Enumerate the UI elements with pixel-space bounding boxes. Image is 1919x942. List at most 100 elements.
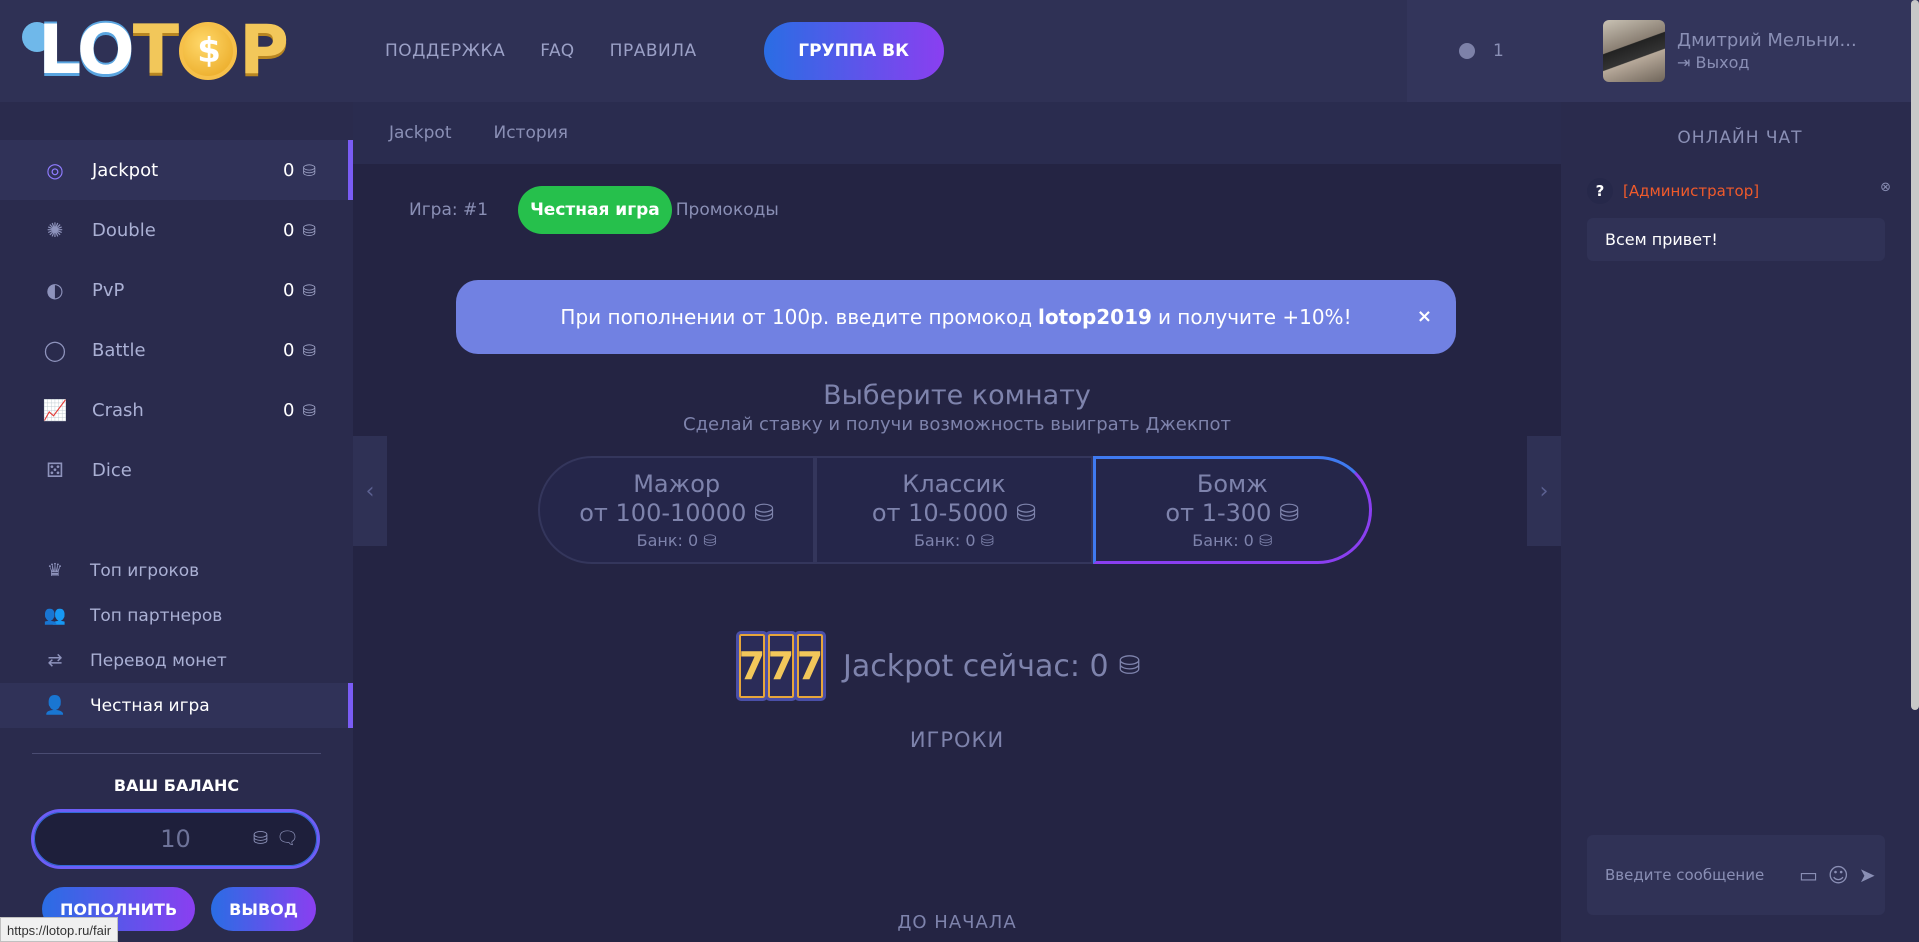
sidebar-item-top-partners[interactable]: 👥 Топ партнеров — [0, 593, 353, 638]
sidebar-item-label: Battle — [92, 339, 146, 361]
users-icon: 👥 — [43, 605, 67, 626]
coins-icon: ⛁ — [302, 340, 316, 360]
nav-link-support[interactable]: ПОДДЕРЖКА — [385, 41, 505, 61]
online-dot-icon — [1459, 43, 1475, 59]
balance-value: 10 — [160, 825, 191, 853]
promo-banner: При пополнении от 100р. введите промокод… — [456, 280, 1456, 354]
logo[interactable]: LO T $ P — [0, 0, 353, 102]
half-circle-icon: ◐ — [46, 278, 64, 302]
message-author[interactable]: [Администратор] — [1623, 182, 1759, 200]
tab-history[interactable]: История — [493, 123, 567, 143]
game-row: Игра: #1 Честная игра Промокоды — [409, 186, 779, 234]
fair-game-button[interactable]: Честная игра — [518, 186, 672, 234]
room-bomzh[interactable]: Бомж от 1-300 ⛁ Банк: 0 ⛁ — [1092, 456, 1372, 564]
close-circle-icon[interactable]: ⊗ — [1880, 180, 1891, 195]
divider — [32, 753, 321, 754]
balance-title: ВАШ БАЛАНС — [113, 776, 240, 795]
players-title: ИГРОКИ — [909, 728, 1005, 752]
game-count: 0 ⛁ — [283, 219, 316, 241]
sidebar-item-label: Dice — [92, 459, 132, 481]
coins-icon: ⛁ — [302, 400, 316, 420]
sidebar-item-fair-game[interactable]: 👤 Честная игра — [0, 683, 353, 728]
ring-icon: ◯ — [43, 338, 67, 362]
sidebar-item-double[interactable]: ✺ Double 0 ⛁ — [0, 200, 353, 260]
sidebar-item-label: Топ игроков — [90, 560, 200, 581]
game-count: 0 ⛁ — [283, 279, 316, 301]
transfer-icon: ⇄ — [47, 650, 63, 671]
sidebar-item-label: PvP — [92, 279, 125, 301]
logo-letters-left: LO — [38, 11, 135, 90]
sidebar-item-pvp[interactable]: ◐ PvP 0 ⛁ — [0, 260, 353, 320]
room-classic[interactable]: Классик от 10-5000 ⛁ Банк: 0 ⛁ — [815, 456, 1093, 564]
chevron-right-icon[interactable]: › — [1527, 436, 1561, 546]
game-count: 0 ⛁ — [283, 339, 316, 361]
send-icon[interactable]: ➤ — [1859, 863, 1876, 887]
sidebar-item-battle[interactable]: ◯ Battle 0 ⛁ — [0, 320, 353, 380]
sub-nav: Jackpot История — [353, 102, 1561, 164]
logo-letters-right: P — [239, 11, 289, 90]
coins-icon: ⛁ — [253, 828, 269, 849]
rooms-title: Выберите комнату — [823, 380, 1091, 411]
chevron-left-icon[interactable]: ‹ — [353, 436, 387, 546]
chat-message: ? [Администратор] ⊗ Всем привет! — [1587, 178, 1891, 261]
logout-link[interactable]: ⇥ Выход — [1677, 53, 1857, 72]
coins-icon: ⛁ — [1118, 651, 1141, 681]
coins-icon: ⛁ — [1279, 498, 1300, 527]
coins-icon: ⛁ — [302, 280, 316, 300]
sidebar-item-transfer[interactable]: ⇄ Перевод монет — [0, 638, 353, 683]
close-icon[interactable]: × — [1417, 306, 1432, 327]
chat-message-input[interactable] — [1605, 866, 1799, 884]
promo-code: lotop2019 — [1038, 305, 1152, 329]
online-count: 1 — [1493, 41, 1504, 61]
vk-group-button[interactable]: ГРУППА ВК — [763, 22, 944, 80]
sidebar-item-crash[interactable]: 📈 Crash 0 ⛁ — [0, 380, 353, 440]
comment-icon[interactable]: 🗨 — [276, 828, 299, 849]
room-selector: Мажор от 100-10000 ⛁ Банк: 0 ⛁ Классик о… — [538, 456, 1372, 564]
chat-title: ОНЛАЙН ЧАТ — [1677, 128, 1803, 148]
sidebar-item-label: Jackpot — [92, 159, 159, 181]
avatar[interactable] — [1603, 20, 1665, 82]
sidebar-item-dice[interactable]: ⚄ Dice — [0, 440, 353, 500]
tab-jackpot[interactable]: Jackpot — [389, 123, 451, 143]
game-count: 0 ⛁ — [283, 399, 316, 421]
slot-reel: 7 — [794, 631, 826, 701]
coins-icon: ⛁ — [753, 498, 775, 527]
user-name: Дмитрий Мельни... — [1677, 30, 1857, 51]
sidebar-item-label: Топ партнеров — [90, 605, 223, 626]
dice-icon: ⚄ — [46, 458, 64, 482]
coin-icon: $ — [179, 22, 238, 80]
chart-icon: 📈 — [42, 398, 68, 422]
game-count: 0 ⛁ — [283, 159, 316, 181]
game-number: Игра: #1 — [409, 200, 489, 220]
jackpot-amount: Jackpot сейчас: 0 — [843, 648, 1109, 684]
logo-wordmark: LO T $ P — [22, 11, 289, 90]
chat-input-box: ▭ ☺ ➤ — [1587, 835, 1885, 915]
coins-icon: ⛁ — [980, 531, 995, 551]
nav-link-faq[interactable]: FAQ — [540, 41, 574, 61]
crown-icon: ♛ — [46, 560, 64, 581]
rooms-subtitle: Сделай ставку и получи возможность выигр… — [683, 414, 1231, 435]
smile-icon[interactable]: ☺ — [1828, 863, 1849, 887]
room-major[interactable]: Мажор от 100-10000 ⛁ Банк: 0 ⛁ — [538, 456, 816, 564]
sidebar-item-label: Честная игра — [90, 695, 210, 716]
main-content: Игра: #1 Честная игра Промокоды При попо… — [353, 164, 1561, 942]
coins-icon: ⛁ — [1258, 531, 1273, 551]
nav-games: ◎ Jackpot 0 ⛁ ✺ Double 0 ⛁ ◐ PvP 0 ⛁ ◯ Batt… — [0, 140, 353, 500]
nav-extra: ♛ Топ игроков 👥 Топ партнеров ⇄ Перевод … — [0, 548, 353, 728]
balance-box: 10 ⛁ 🗨 — [31, 809, 320, 869]
header: ПОДДЕРЖКА FAQ ПРАВИЛА ГРУППА ВК 1 — [353, 0, 1561, 102]
scrollbar[interactable] — [1911, 0, 1919, 710]
sidebar-item-label: Перевод монет — [90, 650, 227, 671]
ticket-icon[interactable]: ▭ — [1799, 863, 1818, 887]
sidebar: LO T $ P ◎ Jackpot 0 ⛁ ✺ Double 0 ⛁ ◐ PvP … — [0, 0, 353, 942]
nav-link-rules[interactable]: ПРАВИЛА — [610, 41, 697, 61]
sidebar-item-label: Crash — [92, 399, 144, 421]
jackpot-display: 7 7 7 Jackpot сейчас: 0 ⛁ — [736, 628, 1140, 704]
message-text: Всем привет! — [1587, 218, 1885, 261]
slot-machine-icon: 7 7 7 — [736, 631, 826, 701]
withdraw-button[interactable]: ВЫВОД — [211, 887, 316, 931]
sidebar-item-top-players[interactable]: ♛ Топ игроков — [0, 548, 353, 593]
sidebar-item-jackpot[interactable]: ◎ Jackpot 0 ⛁ — [0, 140, 353, 200]
user-box: Дмитрий Мельни... ⇥ Выход — [1561, 0, 1919, 102]
promo-codes-link[interactable]: Промокоды — [676, 200, 779, 220]
